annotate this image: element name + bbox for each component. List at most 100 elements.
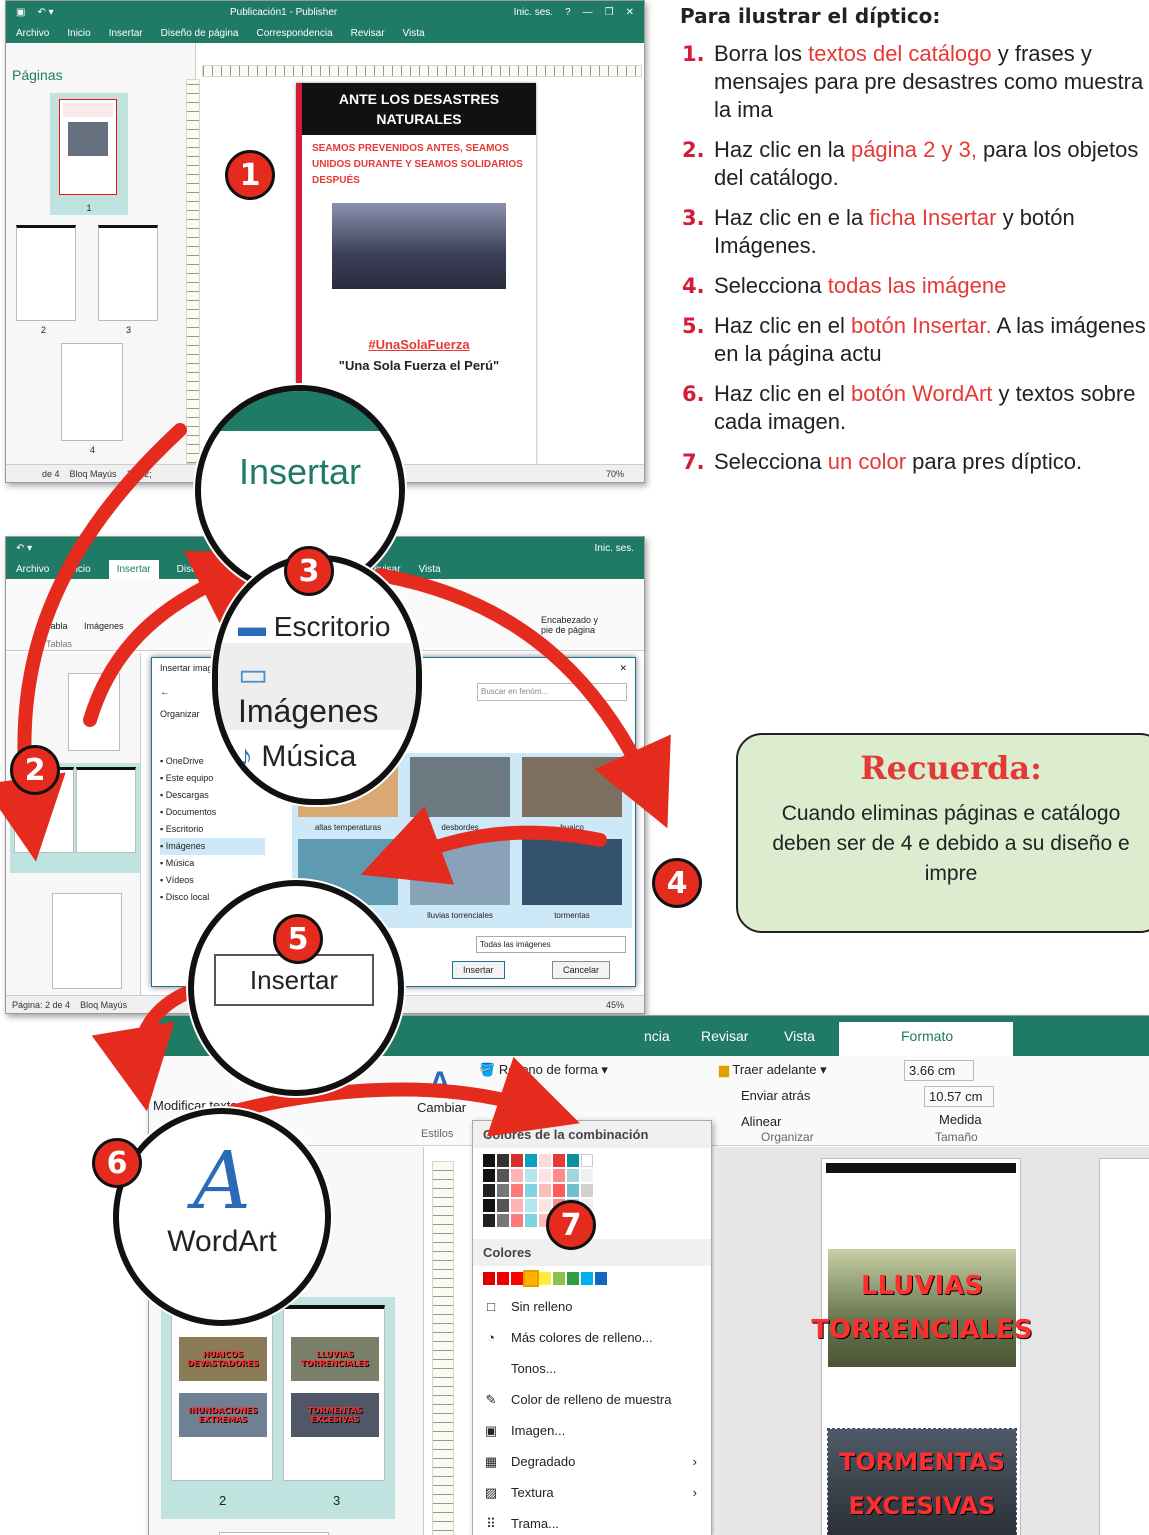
image-thumb[interactable] — [522, 839, 622, 905]
color-swatch[interactable] — [553, 1169, 565, 1182]
tab-archivo[interactable]: Archivo — [16, 564, 49, 575]
color-swatch[interactable] — [539, 1184, 551, 1197]
folder-item[interactable]: ▪ Escritorio — [160, 821, 265, 838]
color-swatch[interactable] — [553, 1154, 565, 1167]
color-swatch[interactable] — [497, 1184, 509, 1197]
page-thumb-1[interactable] — [68, 673, 120, 751]
tab-formato[interactable]: Formato — [839, 1022, 1014, 1058]
standard-color-swatch[interactable] — [511, 1272, 523, 1285]
undo-icon[interactable]: ↶ ▾ — [16, 543, 32, 554]
menu-item[interactable]: Tonos... — [473, 1353, 711, 1384]
color-swatch[interactable] — [483, 1184, 495, 1197]
tab-revisar[interactable]: Revisar — [701, 1028, 748, 1044]
text-style-icon[interactable]: A — [429, 1066, 451, 1100]
page-thumb-2[interactable] — [16, 225, 76, 321]
tab[interactable]: ncia — [644, 1028, 670, 1044]
minimize-icon[interactable]: — — [583, 7, 593, 18]
send-backward-button[interactable]: Enviar atrás — [741, 1088, 810, 1103]
help-icon[interactable]: ? — [565, 7, 571, 18]
color-swatch[interactable] — [511, 1199, 523, 1212]
page-thumb-2-3-selected[interactable]: HUAICOS DEVASTADORES LLUVIAS TORRENCIALE… — [161, 1297, 395, 1519]
color-swatch[interactable] — [511, 1184, 523, 1197]
color-swatch[interactable] — [539, 1169, 551, 1182]
color-swatch[interactable] — [525, 1169, 537, 1182]
tab-insertar[interactable]: Insertar — [108, 559, 159, 579]
folder-item[interactable]: ▪ Descargas — [160, 787, 265, 804]
menu-item[interactable]: ▣ Imagen... — [473, 1415, 711, 1446]
menu-item[interactable]: ▦ Degradado › — [473, 1446, 711, 1477]
cancel-button[interactable]: Cancelar — [552, 961, 611, 979]
color-swatch[interactable] — [567, 1184, 579, 1197]
menu-item[interactable]: ⠿ Trama... — [473, 1508, 711, 1535]
color-swatch[interactable] — [581, 1184, 593, 1197]
wordart-text[interactable]: LLUVIAS TORRENCIALES — [811, 1249, 1033, 1367]
standard-color-swatch[interactable] — [539, 1272, 551, 1285]
change-label[interactable]: Cambiar — [417, 1100, 466, 1115]
standard-color-swatch[interactable] — [523, 1270, 539, 1287]
color-swatch[interactable] — [525, 1154, 537, 1167]
shape-fill-dropdown[interactable]: 🪣 Relleno de forma ▾ — [479, 1062, 608, 1078]
standard-color-swatch[interactable] — [567, 1272, 579, 1285]
menu-item[interactable]: ✎ Color de relleno de muestra — [473, 1384, 711, 1415]
color-swatch[interactable] — [497, 1199, 509, 1212]
color-swatch[interactable] — [483, 1169, 495, 1182]
tab-correspondencia[interactable]: Correspondencia — [256, 28, 332, 39]
close-icon[interactable]: ✕ — [626, 7, 634, 18]
tab-vista[interactable]: Vista — [784, 1028, 815, 1044]
color-swatch[interactable] — [581, 1169, 593, 1182]
color-swatch[interactable] — [511, 1169, 523, 1182]
page-thumb-4[interactable] — [61, 343, 123, 441]
color-swatch[interactable] — [483, 1199, 495, 1212]
tab-insertar[interactable]: Insertar — [109, 28, 143, 39]
folder-item[interactable]: ▪ Vídeos — [160, 872, 265, 889]
image-thumb[interactable] — [410, 839, 510, 905]
images-button[interactable]: Imágenes — [84, 621, 124, 631]
standard-color-swatch[interactable] — [553, 1272, 565, 1285]
page-thumb-3[interactable] — [98, 225, 158, 321]
color-swatch[interactable] — [497, 1169, 509, 1182]
color-swatch[interactable] — [525, 1184, 537, 1197]
color-swatch[interactable] — [567, 1169, 579, 1182]
image-thumb[interactable] — [410, 757, 510, 817]
menu-item[interactable]: □ Sin relleno — [473, 1291, 711, 1322]
bring-forward-button[interactable]: ▆ Traer adelante ▾ — [719, 1062, 827, 1078]
height-input[interactable]: 3.66 cm — [904, 1060, 974, 1081]
tab-inicio[interactable]: Inicio — [67, 564, 90, 575]
align-button[interactable]: Alinear — [741, 1114, 781, 1129]
image-thumb[interactable] — [522, 757, 622, 817]
color-swatch[interactable] — [539, 1154, 551, 1167]
tab-vista[interactable]: Vista — [419, 564, 441, 575]
signin-link[interactable]: Inic. ses. — [595, 543, 634, 554]
color-swatch[interactable] — [525, 1214, 537, 1227]
menu-item[interactable]: ◔ Más colores de relleno... — [473, 1322, 711, 1353]
tab-revisar[interactable]: Revisar — [351, 28, 385, 39]
wordart-text-selected[interactable]: TORMENTAS EXCESIVAS — [827, 1428, 1017, 1535]
standard-color-swatch[interactable] — [483, 1272, 495, 1285]
tab-vista[interactable]: Vista — [403, 28, 425, 39]
standard-color-swatch[interactable] — [581, 1272, 593, 1285]
insert-button[interactable]: Insertar — [452, 961, 505, 979]
color-swatch[interactable] — [567, 1154, 579, 1167]
tab-archivo[interactable]: Archivo — [16, 28, 49, 39]
table-button[interactable]: Tabla — [46, 621, 68, 631]
signin-link[interactable]: Inic. ses. — [514, 7, 553, 18]
color-swatch[interactable] — [581, 1154, 593, 1167]
color-swatch[interactable] — [525, 1199, 537, 1212]
file-type-select[interactable]: Todas las imágenes — [476, 936, 626, 953]
folder-item[interactable]: ▪ Imágenes — [160, 838, 265, 855]
standard-color-swatch[interactable] — [595, 1272, 607, 1285]
menu-item[interactable]: ▨ Textura › — [473, 1477, 711, 1508]
measure-button[interactable]: Medida — [939, 1112, 982, 1127]
save-icon[interactable]: ▣ — [16, 7, 25, 18]
undo-icon[interactable]: ↶ ▾ — [37, 7, 53, 18]
width-input[interactable]: 10.57 cm — [924, 1086, 994, 1107]
zoom-level[interactable]: 70% — [606, 469, 624, 479]
close-icon[interactable]: ✕ — [619, 663, 627, 674]
standard-swatches[interactable] — [473, 1268, 711, 1289]
tab-inicio[interactable]: Inicio — [67, 28, 90, 39]
folder-item[interactable]: ▪ Música — [160, 855, 265, 872]
color-swatch[interactable] — [497, 1214, 509, 1227]
search-input[interactable]: Buscar en fenóm... — [477, 683, 627, 701]
header-footer-button[interactable]: Encabezado y pie de página — [541, 615, 611, 635]
page-thumb-1[interactable]: 1 — [50, 93, 128, 215]
